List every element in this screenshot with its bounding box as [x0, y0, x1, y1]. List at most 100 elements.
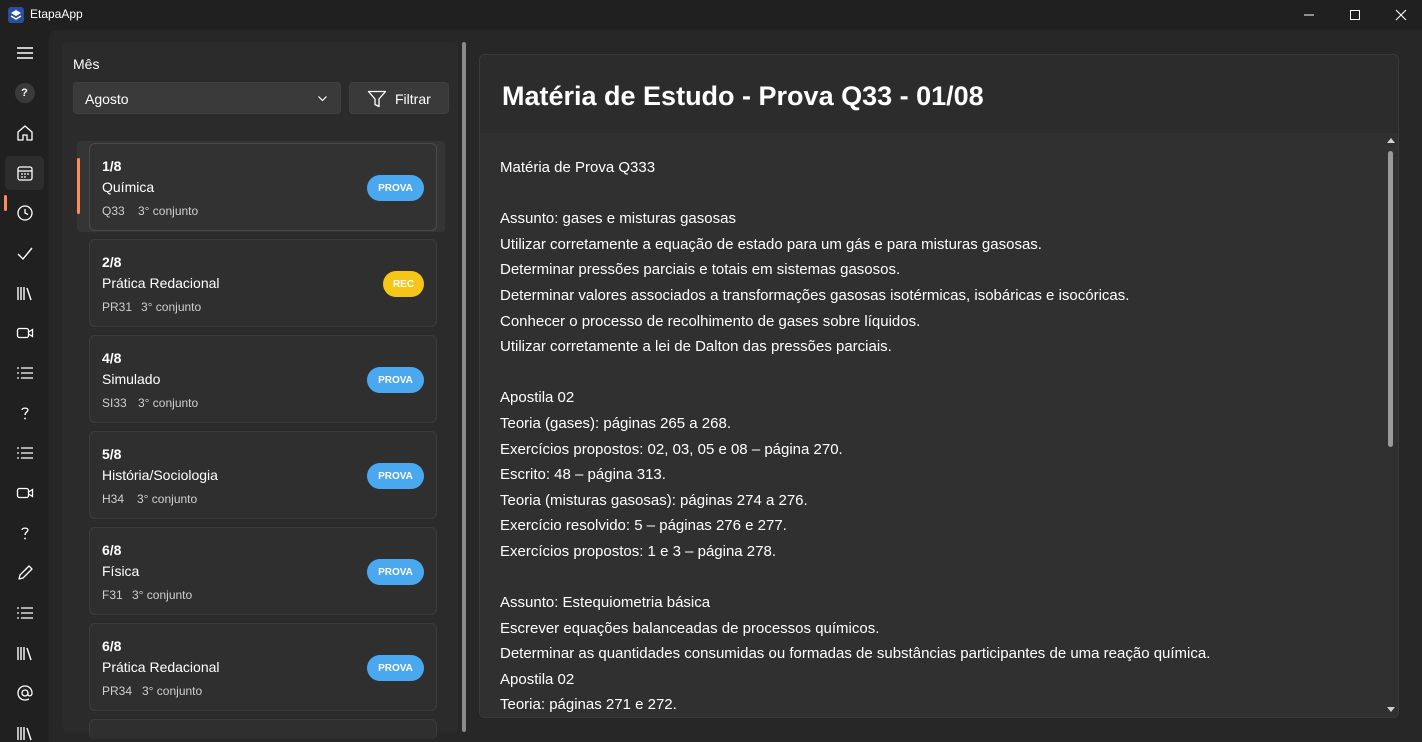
content-line: Exercício resolvido: 5 – páginas 276 e 2…	[500, 517, 787, 535]
nav-video-1[interactable]	[5, 316, 44, 350]
checkmark-icon	[17, 247, 33, 261]
video-icon	[16, 487, 33, 499]
exam-card[interactable]: 1/8 Química Q33 3° conjunto PROVA	[89, 143, 437, 231]
question-icon	[20, 527, 29, 540]
content-line: Conhecer o processo de recolhimento de g…	[500, 312, 921, 330]
nav-edit[interactable]	[5, 556, 44, 590]
help-icon: ?	[14, 83, 35, 103]
library-icon	[16, 287, 32, 301]
hamburger-menu-icon	[16, 47, 33, 59]
exam-code: PR34	[102, 684, 133, 698]
scroll-thumb[interactable]	[1388, 151, 1393, 447]
window-title: EtapaApp	[30, 7, 83, 21]
navigation-rail: ?	[0, 30, 49, 742]
exam-card[interactable]: 4/8 Simulado SI33 3° conjunto PROVA	[89, 335, 437, 423]
chevron-down-icon	[318, 96, 327, 102]
list-icon	[16, 607, 33, 619]
content-line: Utilizar corretamente a lei de Dalton da…	[500, 338, 892, 356]
library-icon	[16, 647, 32, 661]
exam-subject: Prática Redacional	[102, 659, 220, 675]
exam-code: F31	[102, 588, 123, 602]
nav-email[interactable]	[5, 676, 44, 710]
pane-splitter[interactable]	[462, 42, 466, 732]
minimize-button[interactable]	[1286, 0, 1332, 30]
detail-scrollbar[interactable]	[1385, 133, 1397, 718]
filter-icon	[367, 90, 387, 108]
content-line: Escrever equações balanceadas de process…	[500, 619, 880, 637]
list-icon	[16, 367, 33, 379]
content-line: Apostila 02	[500, 670, 575, 688]
filter-label: Filtrar	[395, 91, 431, 107]
nav-video-2[interactable]	[5, 476, 44, 510]
exam-type-badge: PROVA	[367, 175, 424, 201]
detail-text: Matéria de Prova Q333 Assunto: gases e mi…	[500, 155, 1380, 717]
content-line	[500, 181, 1380, 207]
close-button[interactable]	[1378, 0, 1422, 30]
exam-group: 3° conjunto	[141, 300, 202, 314]
exam-card[interactable]: 6/8 Física F31 3° conjunto PROVA	[89, 527, 437, 615]
month-label: Mês	[73, 56, 100, 72]
nav-tasks[interactable]	[5, 236, 44, 270]
exam-group: 3° conjunto	[138, 396, 199, 410]
exam-type-badge: PROVA	[367, 367, 424, 393]
exam-code: SI33	[102, 396, 127, 410]
content-line: Utilizar corretamente a equação de estad…	[500, 235, 1042, 253]
home-icon	[16, 125, 33, 141]
at-sign-icon	[16, 685, 33, 701]
library-icon	[16, 727, 32, 741]
content-line: Exercícios propostos: 02, 03, 05 e 08 – …	[500, 440, 843, 458]
exam-card[interactable]: 6/8 Prática Redacional PR34 3° conjunto …	[89, 623, 437, 711]
nav-menu-button[interactable]	[5, 36, 44, 70]
content-line: Exercícios propostos: 1 e 3 – página 278…	[500, 542, 777, 560]
nav-question-2[interactable]	[5, 516, 44, 550]
exam-group: 3° conjunto	[142, 684, 203, 698]
list-icon	[16, 447, 33, 459]
scroll-down-icon[interactable]	[1386, 704, 1396, 714]
filter-button[interactable]: Filtrar	[349, 82, 449, 114]
list-selection-indicator	[77, 158, 80, 214]
exam-group: 3° conjunto	[137, 492, 198, 506]
video-icon	[16, 327, 33, 339]
nav-home[interactable]	[5, 116, 44, 150]
exam-code: H34	[102, 492, 125, 506]
exam-subject: Física	[102, 563, 140, 579]
content-line	[500, 360, 1380, 386]
content-line: Matéria de Prova Q333	[500, 159, 656, 176]
exam-date: 6/8	[102, 542, 122, 558]
exam-group: 3° conjunto	[132, 588, 193, 602]
exam-type-badge: PROVA	[367, 463, 424, 489]
exam-type-badge: PROVA	[367, 655, 424, 681]
maximize-button[interactable]	[1332, 0, 1378, 30]
content-line	[500, 565, 1380, 591]
exam-card[interactable]: 5/8 História/Sociologia H34 3° conjunto …	[89, 431, 437, 519]
nav-list-2[interactable]	[5, 436, 44, 470]
content-line: Teoria (misturas gasosas): páginas 274 a…	[500, 491, 808, 509]
nav-list-1[interactable]	[5, 356, 44, 390]
exam-subject: Química	[102, 179, 155, 195]
etapa-logo-icon	[8, 7, 24, 23]
nav-library-1[interactable]	[5, 276, 44, 310]
nav-library-3[interactable]	[5, 716, 44, 742]
nav-list-3[interactable]	[5, 596, 44, 630]
exam-card[interactable]: 2/8 Prática Redacional PR31 3° conjunto …	[89, 239, 437, 327]
exam-card-partial[interactable]	[89, 719, 437, 739]
exam-date: 4/8	[102, 350, 122, 366]
month-dropdown[interactable]: Agosto	[73, 82, 341, 114]
exam-date: 2/8	[102, 254, 122, 270]
nav-question-1[interactable]	[5, 396, 44, 430]
scroll-up-icon[interactable]	[1386, 136, 1396, 146]
nav-library-2[interactable]	[5, 636, 44, 670]
study-detail-panel: Matéria de Estudo - Prova Q33 - 01/08 Ma…	[479, 54, 1399, 718]
exam-date: 6/8	[102, 638, 122, 654]
exam-date: 1/8	[102, 158, 122, 174]
exam-subject: História/Sociologia	[102, 467, 218, 483]
detail-title: Matéria de Estudo - Prova Q33 - 01/08	[502, 81, 984, 111]
exam-code: PR31	[102, 300, 133, 314]
nav-help-button[interactable]: ?	[5, 76, 44, 110]
minimize-icon	[1304, 14, 1314, 16]
pencil-icon	[17, 565, 33, 580]
nav-calendar[interactable]	[5, 156, 44, 190]
exam-type-badge: PROVA	[367, 559, 424, 585]
exam-date: 5/8	[102, 446, 122, 462]
nav-clock[interactable]	[5, 196, 44, 230]
